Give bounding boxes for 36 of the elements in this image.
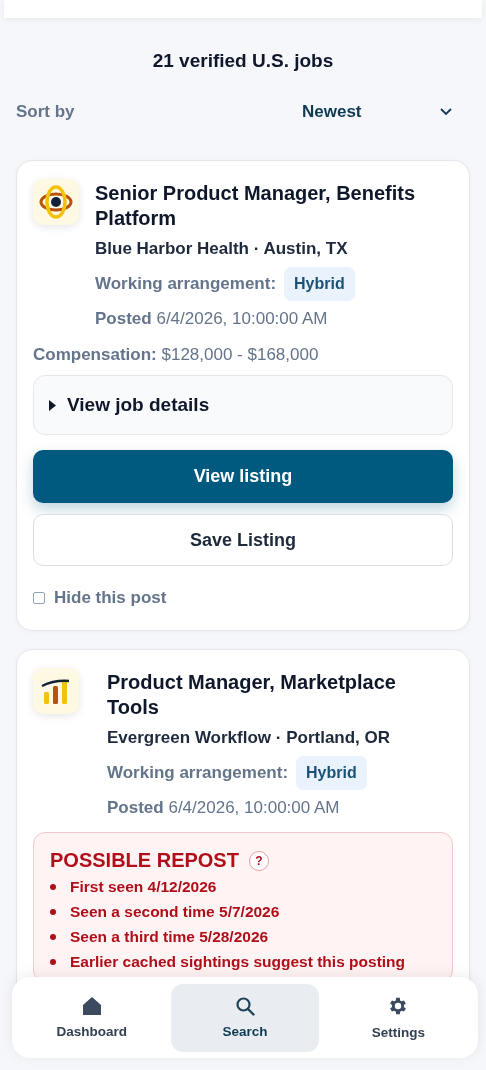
nav-tab[interactable]: Search — [171, 983, 319, 1052]
repost-sighting: Seen a third time 5/28/2026 — [70, 928, 269, 946]
arrangement-label: Working arrangement: — [95, 274, 277, 294]
caret-right-icon — [48, 399, 57, 411]
save-listing-button[interactable]: Save Listing — [33, 514, 453, 566]
search-icon — [235, 996, 255, 1016]
nav-tab[interactable]: Settings — [324, 983, 472, 1052]
posted-date: Posted 6/4/2026, 10:00:00 AM — [107, 798, 341, 818]
arrangement-tag: Hybrid — [284, 267, 355, 301]
company-location: Evergreen Workflow · Portland, OR — [107, 728, 392, 748]
arrangement-tag: Hybrid — [296, 756, 367, 790]
help-button[interactable]: ? — [248, 850, 269, 871]
bullet-icon — [50, 884, 56, 890]
sort-dropdown[interactable]: Newest — [302, 102, 452, 122]
repost-sighting: First seen 4/12/2026 — [70, 878, 217, 896]
home-icon — [81, 996, 102, 1016]
job-details-toggle[interactable]: View job details — [33, 375, 453, 435]
repost-sighting: Seen a second time 5/7/2026 — [70, 903, 280, 921]
bullet-icon — [50, 909, 56, 915]
checkbox[interactable] — [33, 592, 45, 604]
compensation: Compensation: $128,000 - $168,000 — [33, 345, 320, 365]
sort-label: Sort by — [16, 102, 76, 122]
job-title: Product Manager, Marketplace Tools — [107, 670, 397, 720]
job-title: Senior Product Manager, Benefits Platform — [95, 181, 417, 231]
results-heading: 21 verified U.S. jobs — [151, 50, 335, 72]
view-listing-button[interactable]: View listing — [33, 450, 453, 503]
bullet-icon — [50, 934, 56, 940]
nav-tab[interactable]: Dashboard — [18, 983, 166, 1052]
hide-post-label[interactable]: Hide this post — [54, 588, 167, 608]
company-location: Blue Harbor Health · Austin, TX — [95, 239, 349, 259]
repost-title: POSSIBLE REPOST — [50, 849, 239, 872]
chevron-down-icon — [440, 108, 452, 116]
bullet-icon — [50, 959, 56, 965]
repost-sighting: Earlier cached sightings suggest this posting — [70, 953, 406, 971]
posted-date: Posted 6/4/2026, 10:00:00 AM — [95, 309, 329, 329]
arrangement-label: Working arrangement: — [107, 763, 289, 783]
